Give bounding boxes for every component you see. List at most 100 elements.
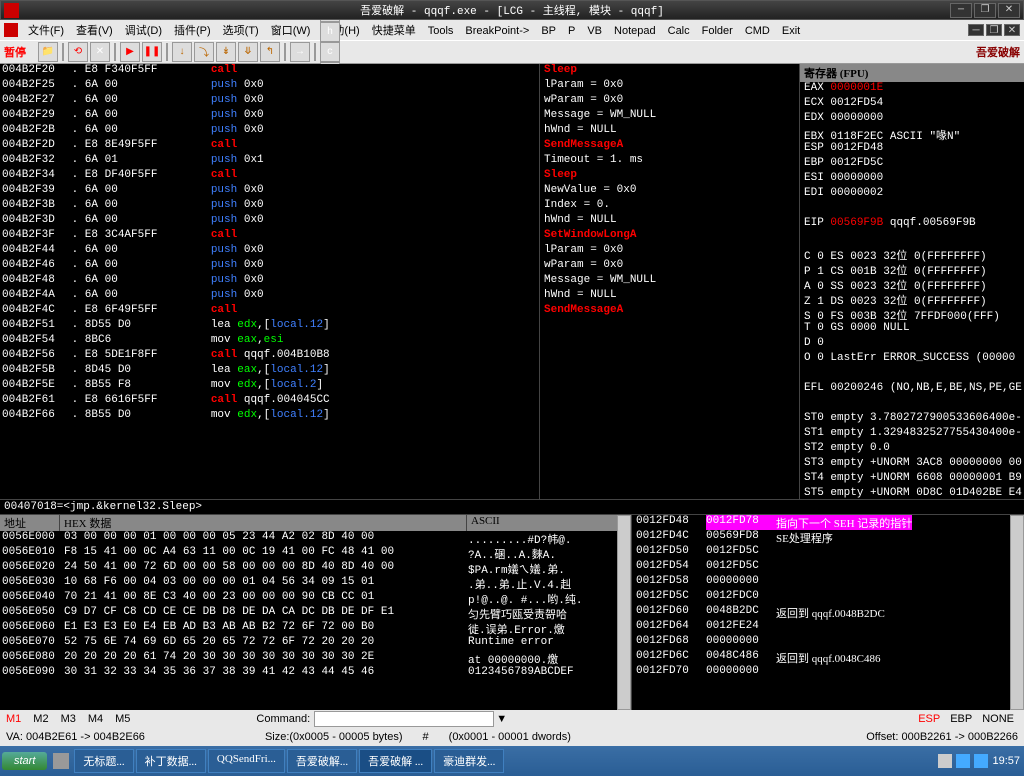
menu-item[interactable]: 窗口(W) bbox=[265, 23, 317, 39]
disasm-row[interactable]: 004B2F5E. 8B55 F8mov edx,[local.2] bbox=[0, 379, 539, 394]
close-button[interactable]: ✕ bbox=[998, 3, 1020, 18]
register-row[interactable]: ESP 0012FD48 bbox=[800, 142, 1024, 157]
trace-over-button[interactable]: ⤋ bbox=[238, 42, 258, 62]
disasm-row[interactable]: 004B2F27. 6A 00push 0x0 bbox=[0, 94, 539, 109]
disasm-row[interactable]: 004B2F39. 6A 00push 0x0 bbox=[0, 184, 539, 199]
menu-item[interactable]: BreakPoint-> bbox=[459, 23, 535, 39]
child-min-button[interactable]: ─ bbox=[968, 24, 984, 36]
taskbar-item[interactable]: 豪迪群发... bbox=[434, 749, 504, 773]
stack-row[interactable]: 0012FD7000000000 bbox=[632, 665, 1010, 680]
register-row[interactable]: D 0 bbox=[800, 337, 1024, 352]
menu-item[interactable]: 选项(T) bbox=[217, 23, 265, 39]
stack-row[interactable]: 0012FD540012FD5C bbox=[632, 560, 1010, 575]
stack-row[interactable]: 0012FD640012FE24 bbox=[632, 620, 1010, 635]
disasm-row[interactable]: 004B2F54. 8BC6mov eax,esi bbox=[0, 334, 539, 349]
hex-row[interactable]: 0056E010F8 15 41 00 0C A4 63 11 00 0C 19… bbox=[0, 546, 617, 561]
taskbar-item[interactable]: 无标题... bbox=[74, 749, 133, 773]
disasm-row[interactable]: 004B2F48. 6A 00push 0x0 bbox=[0, 274, 539, 289]
stack-row[interactable]: 0012FD600048B2DC返回到 qqqf.0048B2DC bbox=[632, 605, 1010, 620]
disasm-row[interactable]: 004B2F61. E8 6616F5FFcall qqqf.004045CC bbox=[0, 394, 539, 409]
clock[interactable]: 19:57 bbox=[992, 755, 1020, 767]
hex-row[interactable]: 0056E04070 21 41 00 8E C3 40 00 23 00 00… bbox=[0, 591, 617, 606]
menu-item[interactable]: Folder bbox=[696, 23, 739, 39]
step-into-button[interactable]: ↓ bbox=[172, 42, 192, 62]
hex-row[interactable]: 0056E07052 75 6E 74 69 6D 65 20 65 72 72… bbox=[0, 636, 617, 651]
ret-button[interactable]: ↰ bbox=[260, 42, 280, 62]
tb-letter-h[interactable]: h bbox=[320, 22, 340, 42]
menu-item[interactable]: 调试(D) bbox=[119, 23, 168, 39]
child-restore-button[interactable]: ❐ bbox=[986, 24, 1002, 36]
hex-row[interactable]: 0056E08020 20 20 20 61 74 20 30 30 30 30… bbox=[0, 651, 617, 666]
register-row[interactable]: ST5 empty +UNORM 0D8C 01D402BE E4 bbox=[800, 487, 1024, 499]
tb-letter-c[interactable]: c bbox=[320, 42, 340, 62]
menu-item[interactable]: BP bbox=[535, 23, 562, 39]
restart-button[interactable]: ⟲ bbox=[68, 42, 88, 62]
register-row[interactable]: T 0 GS 0000 NULL bbox=[800, 322, 1024, 337]
register-row[interactable]: P 1 CS 001B 32位 0(FFFFFFFF) bbox=[800, 262, 1024, 277]
info-panel[interactable]: SleeplParam = 0x0wParam = 0x0Message = W… bbox=[540, 64, 800, 499]
quicklaunch-icon[interactable] bbox=[53, 753, 69, 769]
hex-row[interactable]: 0056E09030 31 32 33 34 35 36 37 38 39 41… bbox=[0, 666, 617, 681]
register-row[interactable]: EBX 0118F2EC ASCII "喙N" bbox=[800, 127, 1024, 142]
menu-item[interactable]: Calc bbox=[662, 23, 696, 39]
hex-row[interactable]: 0056E02024 50 41 00 72 6D 00 00 58 00 00… bbox=[0, 561, 617, 576]
register-row[interactable]: EAX 0000001E bbox=[800, 82, 1024, 97]
run-button[interactable]: ▶ bbox=[120, 42, 140, 62]
register-row[interactable]: C 0 ES 0023 32位 0(FFFFFFFF) bbox=[800, 247, 1024, 262]
stack-row[interactable]: 0012FD480012FD78指向下一个 SEH 记录的指针 bbox=[632, 515, 1010, 530]
ebp-label[interactable]: EBP bbox=[950, 713, 972, 725]
disasm-row[interactable]: 004B2F3F. E8 3C4AF5FFcall bbox=[0, 229, 539, 244]
disasm-row[interactable]: 004B2F46. 6A 00push 0x0 bbox=[0, 259, 539, 274]
hex-row[interactable]: 0056E03010 68 F6 00 04 03 00 00 00 01 04… bbox=[0, 576, 617, 591]
menu-item[interactable]: Exit bbox=[776, 23, 806, 39]
disasm-row[interactable]: 004B2F66. 8B55 D0mov edx,[local.12] bbox=[0, 409, 539, 424]
tray-icon-1[interactable] bbox=[938, 754, 952, 768]
disasm-row[interactable]: 004B2F4C. E8 6F49F5FFcall bbox=[0, 304, 539, 319]
register-row[interactable]: ST0 empty 3.7802727900533606400e- bbox=[800, 412, 1024, 427]
disasm-row[interactable]: 004B2F29. 6A 00push 0x0 bbox=[0, 109, 539, 124]
disasm-row[interactable]: 004B2F56. E8 5DE1F8FFcall qqqf.004B10B8 bbox=[0, 349, 539, 364]
menu-item[interactable]: Tools bbox=[422, 23, 460, 39]
none-label[interactable]: NONE bbox=[982, 713, 1014, 725]
hex-row[interactable]: 0056E050C9 D7 CF C8 CD CE CE DB D8 DE DA… bbox=[0, 606, 617, 621]
stack-row[interactable]: 0012FD5C0012FDC0 bbox=[632, 590, 1010, 605]
esp-label[interactable]: ESP bbox=[918, 713, 940, 725]
hex-dump-panel[interactable]: 地址 HEX 数据 ASCII 0056E00003 00 00 00 01 0… bbox=[0, 515, 617, 710]
close-debuggee-button[interactable]: ✕ bbox=[90, 42, 110, 62]
disasm-row[interactable]: 004B2F4A. 6A 00push 0x0 bbox=[0, 289, 539, 304]
minimize-button[interactable]: ─ bbox=[950, 3, 972, 18]
hex-scrollbar[interactable] bbox=[617, 515, 631, 710]
stack-row[interactable]: 0012FD4C00569FD8SE处理程序 bbox=[632, 530, 1010, 545]
start-button[interactable]: start bbox=[2, 752, 47, 770]
disasm-row[interactable]: 004B2F3B. 6A 00push 0x0 bbox=[0, 199, 539, 214]
hex-row[interactable]: 0056E00003 00 00 00 01 00 00 00 05 23 44… bbox=[0, 531, 617, 546]
child-close-button[interactable]: ✕ bbox=[1004, 24, 1020, 36]
menu-item[interactable]: 查看(V) bbox=[70, 23, 119, 39]
taskbar-item[interactable]: 吾爱破解 ... bbox=[359, 749, 432, 773]
step-over-button[interactable]: ⤵ bbox=[194, 42, 214, 62]
stack-scrollbar[interactable] bbox=[1010, 515, 1024, 710]
taskbar-item[interactable]: 吾爱破解... bbox=[287, 749, 357, 773]
stack-panel[interactable]: 0012FD480012FD78指向下一个 SEH 记录的指针0012FD4C0… bbox=[631, 515, 1010, 710]
disasm-row[interactable]: 004B2F20. E8 F340F5FFcall bbox=[0, 64, 539, 79]
register-row[interactable]: Z 1 DS 0023 32位 0(FFFFFFFF) bbox=[800, 292, 1024, 307]
disasm-row[interactable]: 004B2F5B. 8D45 D0lea eax,[local.12] bbox=[0, 364, 539, 379]
mark-1[interactable]: M1 bbox=[0, 713, 27, 725]
menu-item[interactable]: 文件(F) bbox=[22, 23, 70, 39]
disasm-row[interactable]: 004B2F51. 8D55 D0lea edx,[local.12] bbox=[0, 319, 539, 334]
register-row[interactable]: EDI 00000002 bbox=[800, 187, 1024, 202]
menu-item[interactable]: CMD bbox=[739, 23, 776, 39]
disasm-row[interactable]: 004B2F34. E8 DF40F5FFcall bbox=[0, 169, 539, 184]
register-row[interactable]: S 0 FS 003B 32位 7FFDF000(FFF) bbox=[800, 307, 1024, 322]
stack-row[interactable]: 0012FD6800000000 bbox=[632, 635, 1010, 650]
register-row[interactable]: EDX 00000000 bbox=[800, 112, 1024, 127]
register-row[interactable]: ST3 empty +UNORM 3AC8 00000000 00 bbox=[800, 457, 1024, 472]
tray-icon-3[interactable] bbox=[974, 754, 988, 768]
register-row[interactable]: EFL 00200246 (NO,NB,E,BE,NS,PE,GE bbox=[800, 382, 1024, 397]
register-row[interactable]: A 0 SS 0023 32位 0(FFFFFFFF) bbox=[800, 277, 1024, 292]
register-row[interactable]: ESI 00000000 bbox=[800, 172, 1024, 187]
disasm-row[interactable]: 004B2F32. 6A 01push 0x1 bbox=[0, 154, 539, 169]
register-row[interactable]: EBP 0012FD5C bbox=[800, 157, 1024, 172]
disassembly-panel[interactable]: 004B2F20. E8 F340F5FFcall 004B2F25. 6A 0… bbox=[0, 64, 540, 499]
stack-row[interactable]: 0012FD6C0048C486返回到 qqqf.0048C486 bbox=[632, 650, 1010, 665]
